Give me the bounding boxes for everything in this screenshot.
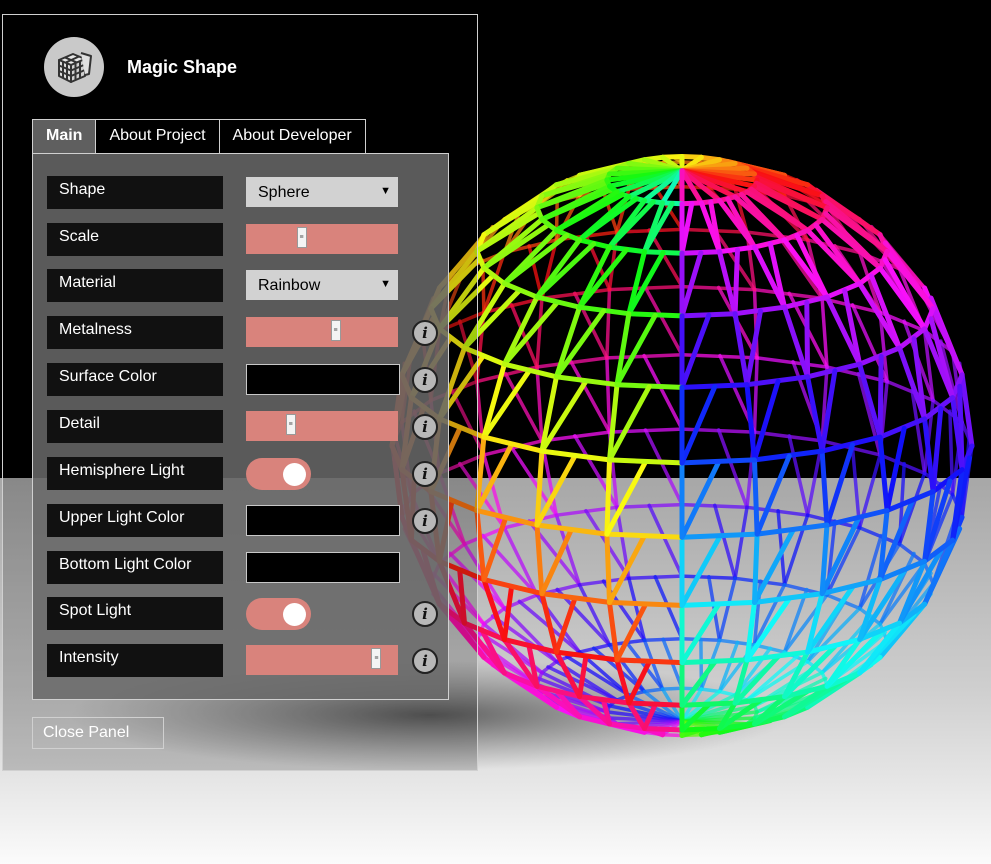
material-select[interactable]: Rainbow ▼: [246, 270, 398, 300]
shape-row: Shape Sphere ▼: [47, 176, 442, 210]
slider-thumb[interactable]: ≡: [330, 320, 341, 341]
hemisphere-light-label: Hemisphere Light: [47, 457, 223, 490]
tab-main[interactable]: Main: [32, 119, 97, 153]
info-icon[interactable]: i: [412, 414, 438, 440]
close-panel-button[interactable]: Close Panel: [32, 717, 164, 749]
info-icon[interactable]: i: [412, 320, 438, 346]
info-icon[interactable]: i: [412, 461, 438, 487]
material-row: Material Rainbow ▼: [47, 269, 442, 303]
sphere-edge: [604, 531, 612, 605]
dropdown-arrow-icon: ▼: [380, 185, 391, 197]
metalness-label: Metalness: [47, 316, 223, 349]
spot-light-toggle[interactable]: [246, 598, 311, 630]
info-icon[interactable]: i: [412, 648, 438, 674]
cube-logo-icon: [44, 37, 104, 97]
material-label: Material: [47, 269, 223, 302]
detail-row: Detail ≡ i: [47, 410, 442, 444]
sphere-edge: [642, 687, 665, 694]
sphere-edge: [679, 726, 722, 733]
shape-select[interactable]: Sphere ▼: [246, 177, 398, 207]
sphere-edge: [607, 457, 685, 466]
tab-about-developer[interactable]: About Developer: [218, 119, 366, 153]
spot-light-row: Spot Light i: [47, 597, 442, 631]
sphere-edge: [679, 599, 757, 608]
sphere-edge: [752, 531, 760, 605]
sphere-edge: [679, 457, 757, 466]
hemisphere-light-toggle[interactable]: [246, 458, 311, 490]
surface-color-row: Surface Color i: [47, 363, 442, 397]
metalness-row: Metalness ≡ i: [47, 316, 442, 350]
slider-thumb[interactable]: ≡: [285, 414, 296, 435]
tab-bar: Main About Project About Developer: [32, 119, 366, 153]
detail-label: Detail: [47, 410, 223, 443]
app-title: Magic Shape: [127, 57, 238, 77]
sphere-edge: [699, 687, 722, 694]
bottom-light-color-picker[interactable]: [246, 552, 400, 583]
upper-light-color-picker[interactable]: [246, 505, 400, 536]
bottom-light-color-row: Bottom Light Color: [47, 551, 442, 585]
upper-light-color-row: Upper Light Color i: [47, 504, 442, 538]
shape-label: Shape: [47, 176, 223, 209]
bottom-light-color-label: Bottom Light Color: [47, 551, 223, 584]
sphere-edge: [679, 700, 738, 708]
scale-label: Scale: [47, 223, 223, 256]
sphere-edge: [604, 457, 612, 537]
intensity-label: Intensity: [47, 644, 223, 677]
sphere-edge: [660, 732, 684, 738]
surface-color-picker[interactable]: [246, 364, 400, 395]
sphere-edge: [607, 599, 685, 608]
detail-slider[interactable]: ≡: [246, 411, 398, 441]
slider-thumb[interactable]: ≡: [296, 227, 307, 248]
hemisphere-light-row: Hemisphere Light i: [47, 457, 442, 491]
control-panel: Magic Shape Main About Project About Dev…: [2, 14, 478, 771]
metalness-slider[interactable]: ≡: [246, 317, 398, 347]
scale-row: Scale ≡: [47, 223, 442, 257]
toggle-knob: [283, 463, 306, 486]
spot-light-label: Spot Light: [47, 597, 223, 630]
sphere-edge: [679, 531, 760, 540]
main-tab-content: Shape Sphere ▼ Scale ≡ Material Rainbow …: [32, 153, 449, 700]
info-icon[interactable]: i: [412, 508, 438, 534]
sphere-edge: [752, 457, 760, 537]
sphere-edge: [642, 726, 685, 733]
upper-light-color-label: Upper Light Color: [47, 504, 223, 537]
sphere-edge: [604, 531, 685, 540]
sphere-edge: [877, 354, 884, 440]
scale-slider[interactable]: ≡: [246, 224, 398, 254]
sphere-edge: [804, 300, 811, 380]
sphere-edge: [554, 198, 559, 242]
toggle-knob: [283, 603, 306, 626]
surface-color-label: Surface Color: [47, 363, 223, 396]
sphere-edge: [732, 247, 740, 317]
material-select-value: Rainbow: [258, 277, 321, 294]
info-icon[interactable]: i: [412, 367, 438, 393]
intensity-slider[interactable]: ≡: [246, 645, 398, 675]
sphere-edge: [660, 686, 684, 691]
dropdown-arrow-icon: ▼: [380, 278, 391, 290]
sphere-edge: [626, 700, 685, 708]
tab-about-project[interactable]: About Project: [95, 119, 220, 153]
sphere-edge: [614, 657, 685, 666]
info-icon[interactable]: i: [412, 601, 438, 627]
slider-thumb[interactable]: ≡: [371, 648, 382, 669]
shape-select-value: Sphere: [258, 184, 310, 201]
sphere-edge: [679, 657, 750, 666]
intensity-row: Intensity ≡ i: [47, 644, 442, 678]
